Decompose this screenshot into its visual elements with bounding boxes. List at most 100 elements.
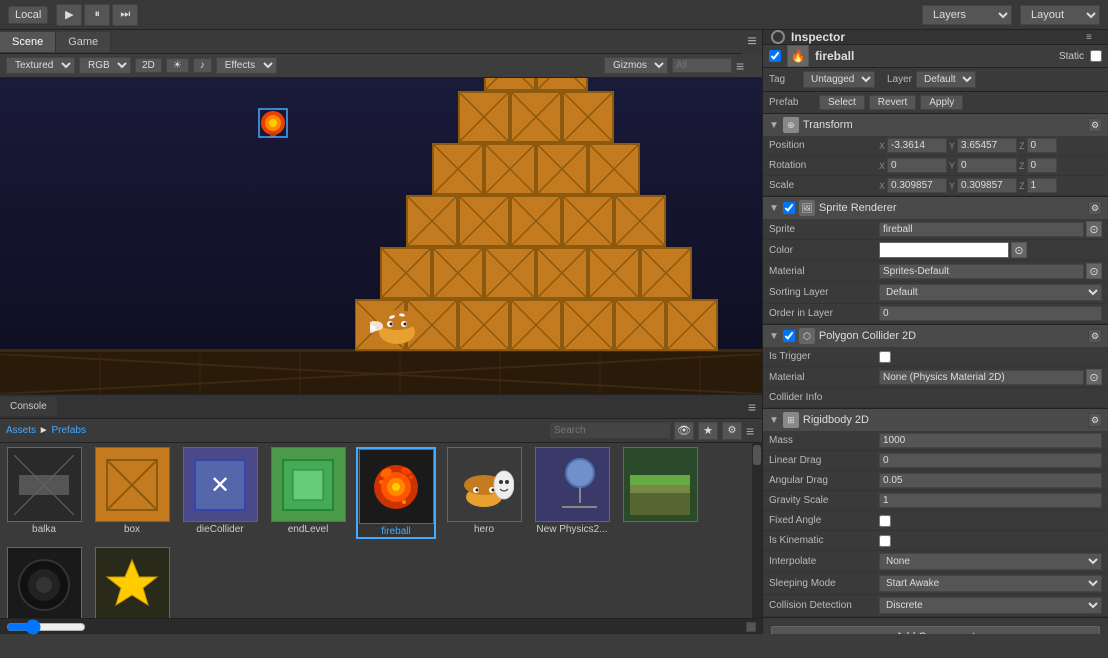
assets-search[interactable] [550, 423, 670, 438]
apply-button[interactable]: Apply [920, 95, 963, 110]
list-item[interactable]: fireball [356, 447, 436, 539]
linear-drag-input[interactable] [879, 453, 1102, 468]
scene-panel-menu[interactable]: ≡ [736, 58, 756, 74]
layout-dropdown[interactable]: Layout [1020, 5, 1100, 25]
list-item[interactable]: hero [444, 447, 524, 539]
2d-button[interactable]: 2D [135, 58, 162, 73]
list-item[interactable] [4, 547, 84, 618]
polygon-collider-header[interactable]: ▼ ⬡ Polygon Collider 2D ⚙ [763, 325, 1108, 347]
assets-root[interactable]: Assets [6, 425, 36, 436]
scrollbar-thumb[interactable] [753, 445, 761, 465]
scale-z-input[interactable] [1027, 178, 1057, 193]
list-item[interactable]: box [92, 447, 172, 539]
is-kinematic-checkbox[interactable] [879, 535, 891, 547]
inspector-lock-btn[interactable] [771, 30, 785, 44]
static-checkbox[interactable] [1090, 50, 1102, 62]
layer-select[interactable]: Default [916, 71, 976, 88]
list-item[interactable]: balka [4, 447, 84, 539]
rgb-select[interactable]: RGB [79, 57, 131, 74]
list-item[interactable] [620, 447, 700, 539]
collision-select[interactable]: Discrete [879, 597, 1102, 614]
angular-drag-input[interactable] [879, 473, 1102, 488]
gizmos-select[interactable]: Gizmos [604, 57, 668, 74]
bottom-menu-btn[interactable]: ≡ [742, 399, 762, 415]
sprite-renderer-settings-icon[interactable]: ⚙ [1088, 201, 1102, 215]
collider-material-input[interactable] [879, 370, 1084, 385]
eye-icon[interactable]: 👁 [674, 422, 694, 440]
console-tab[interactable]: Console [0, 397, 58, 416]
mass-input[interactable] [879, 433, 1102, 448]
transform-settings-icon[interactable]: ⚙ [1088, 118, 1102, 132]
scale-x-group: X [879, 178, 947, 193]
panel-menu-button[interactable]: ≡ [742, 30, 762, 54]
interpolate-select[interactable]: None [879, 553, 1102, 570]
list-item[interactable]: ✕ dieCollider [180, 447, 260, 539]
bottom-panel-menu[interactable]: ≡ [746, 423, 756, 439]
pos-y-input[interactable] [957, 138, 1017, 153]
select-button[interactable]: Select [819, 95, 865, 110]
rigidbody-settings-icon[interactable]: ⚙ [1088, 413, 1102, 427]
assets-scrollbar[interactable] [752, 443, 762, 618]
object-name[interactable]: fireball [815, 49, 1053, 63]
color-picker-icon[interactable]: ⊙ [1011, 242, 1027, 258]
transform-header[interactable]: ▼ ⊕ Transform ⚙ [763, 114, 1108, 136]
rot-z-input[interactable] [1027, 158, 1057, 173]
textured-select[interactable]: Textured [6, 57, 75, 74]
material-picker-icon[interactable]: ⊙ [1086, 263, 1102, 279]
sorting-layer-select[interactable]: Default [879, 284, 1102, 301]
settings-icon[interactable]: ⚙ [722, 422, 742, 440]
sprite-renderer-header[interactable]: ▼ 🖼 Sprite Renderer ⚙ [763, 197, 1108, 219]
pos-z-input[interactable] [1027, 138, 1057, 153]
zoom-slider[interactable] [6, 623, 86, 631]
fixed-angle-row: Fixed Angle [763, 511, 1108, 531]
material-input[interactable] [879, 264, 1084, 279]
order-input[interactable] [879, 306, 1102, 321]
rot-x-input[interactable] [887, 158, 947, 173]
polygon-collider-enabled[interactable] [783, 330, 795, 342]
pos-x-input[interactable] [887, 138, 947, 153]
collider-material-picker-icon[interactable]: ⊙ [1086, 369, 1102, 385]
revert-button[interactable]: Revert [869, 95, 916, 110]
is-trigger-checkbox[interactable] [879, 351, 891, 363]
color-label: Color [769, 245, 879, 256]
inspector-menu[interactable]: ≡ [1086, 32, 1100, 43]
scene-search[interactable] [672, 58, 732, 73]
step-button[interactable]: ⏭ [112, 4, 138, 26]
effects-select[interactable]: Effects [216, 57, 277, 74]
sprite-input[interactable] [879, 222, 1084, 237]
tab-scene[interactable]: Scene [0, 32, 56, 52]
object-active-checkbox[interactable] [769, 50, 781, 62]
add-component-button[interactable]: Add Component [771, 626, 1100, 634]
scene-view[interactable] [0, 78, 762, 394]
assets-scrollbar-h[interactable] [746, 622, 756, 632]
play-button[interactable]: ▶ [56, 4, 82, 26]
list-item[interactable]: endLevel [268, 447, 348, 539]
sleeping-mode-select[interactable]: Start Awake [879, 575, 1102, 592]
favorites-icon[interactable]: ★ [698, 422, 718, 440]
lighting-button[interactable]: ☀ [166, 58, 189, 73]
collider-info-label: Collider Info [769, 392, 879, 403]
polygon-collider-settings-icon[interactable]: ⚙ [1088, 329, 1102, 343]
tab-game[interactable]: Game [56, 32, 111, 52]
sleeping-mode-row: Sleeping Mode Start Awake [763, 573, 1108, 595]
gravity-scale-input[interactable] [879, 493, 1102, 508]
layers-dropdown[interactable]: Layers [922, 5, 1012, 25]
assets-child[interactable]: Prefabs [51, 425, 85, 436]
fireball-scene-object[interactable] [258, 108, 288, 141]
rot-y-input[interactable] [957, 158, 1017, 173]
scale-y-input[interactable] [957, 178, 1017, 193]
layer-label: Layer [887, 74, 912, 85]
audio-button[interactable]: ♪ [193, 58, 212, 73]
pause-button[interactable]: ⏸ [84, 4, 110, 26]
is-kinematic-row: Is Kinematic [763, 531, 1108, 551]
tag-select[interactable]: Untagged [803, 71, 875, 88]
fixed-angle-checkbox[interactable] [879, 515, 891, 527]
color-swatch[interactable] [879, 242, 1009, 258]
sprite-picker-icon[interactable]: ⊙ [1086, 221, 1102, 237]
scale-x-input[interactable] [887, 178, 947, 193]
sprite-renderer-enabled[interactable] [783, 202, 795, 214]
rigidbody-header[interactable]: ▼ ⊞ Rigidbody 2D ⚙ [763, 409, 1108, 431]
list-item[interactable] [92, 547, 172, 618]
list-item[interactable]: New Physics2... [532, 447, 612, 539]
order-value [879, 306, 1102, 321]
